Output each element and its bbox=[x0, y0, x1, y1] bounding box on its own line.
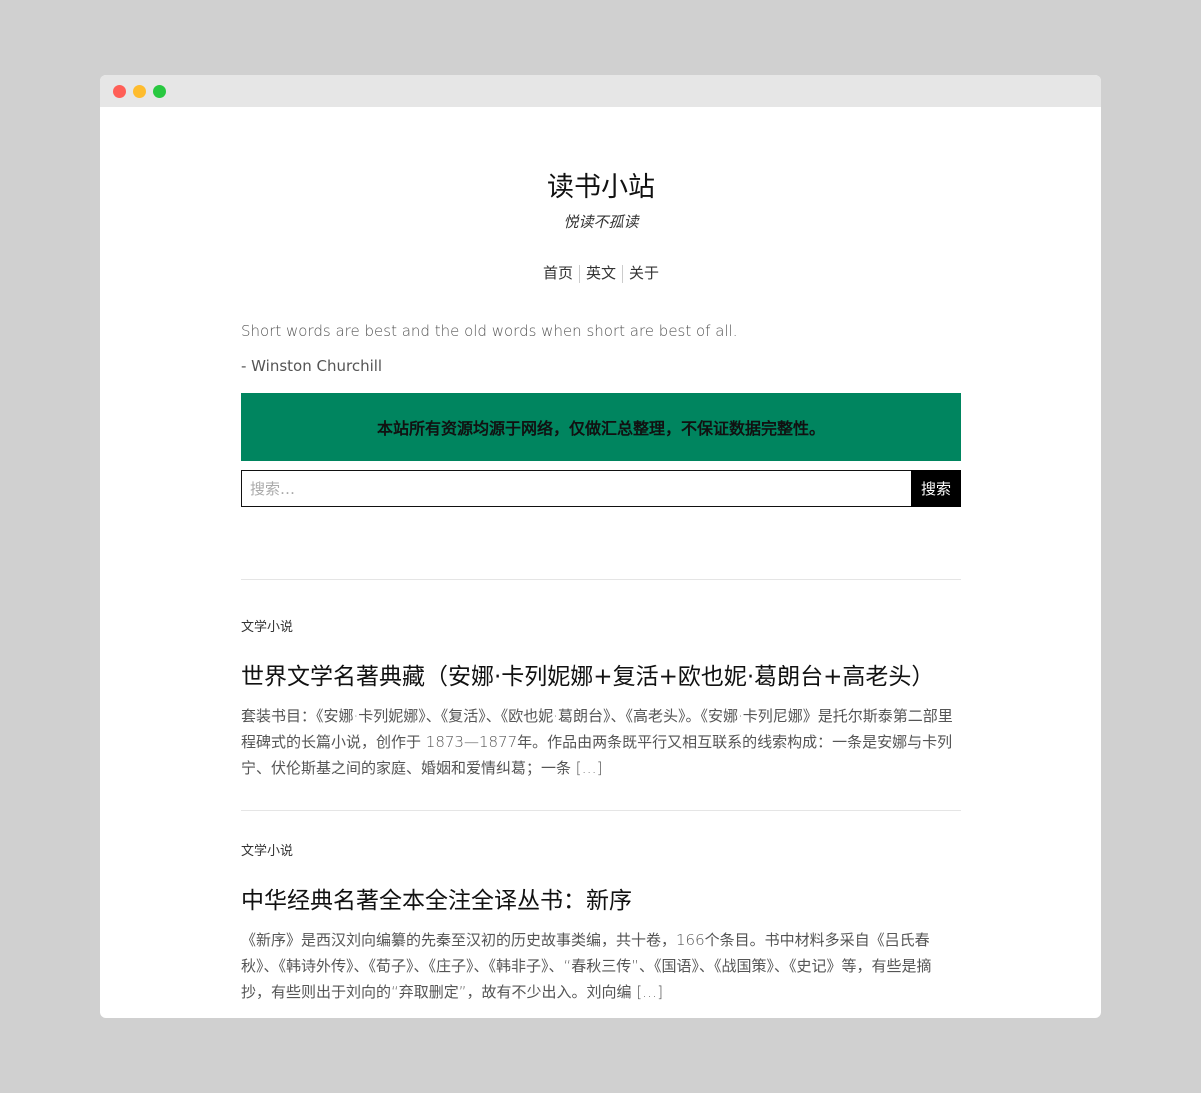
close-window-button[interactable] bbox=[113, 85, 126, 98]
post-item: 文学小说 世界文学名著典藏（安娜·卡列妮娜+复活+欧也妮·葛朗台+高老头） 套装… bbox=[241, 618, 961, 781]
post-title[interactable]: 世界文学名著典藏（安娜·卡列妮娜+复活+欧也妮·葛朗台+高老头） bbox=[241, 660, 961, 694]
post-category[interactable]: 文学小说 bbox=[241, 842, 961, 862]
site-title[interactable]: 读书小站 bbox=[241, 170, 961, 206]
notice-text: 本站所有资源均源于网络，仅做汇总整理，不保证数据完整性。 bbox=[376, 419, 825, 438]
search-input[interactable] bbox=[241, 470, 911, 507]
post-item: 文学小说 中华经典名著全本全注全译丛书：新序 《新序》是西汉刘向编纂的先秦至汉初… bbox=[241, 842, 961, 1005]
post-excerpt: 套装书目：《安娜·卡列妮娜》、《复活》、《欧也妮·葛朗台》、《高老头》。《安娜·… bbox=[241, 707, 953, 777]
quote-author: - Winston Churchill bbox=[241, 357, 383, 375]
notice-banner: 本站所有资源均源于网络，仅做汇总整理，不保证数据完整性。 bbox=[241, 393, 961, 461]
quote-text: Short words are best and the old words w… bbox=[241, 322, 738, 340]
site-tagline: 悦读不孤读 bbox=[563, 213, 639, 231]
post-title[interactable]: 中华经典名著全本全注全译丛书：新序 bbox=[241, 884, 961, 918]
nav-item-english[interactable]: 英文 bbox=[580, 262, 622, 284]
divider bbox=[241, 810, 961, 811]
divider bbox=[241, 579, 961, 580]
nav-item-about[interactable]: 关于 bbox=[623, 262, 665, 284]
nav-item-home[interactable]: 首页 bbox=[537, 262, 579, 284]
window-titlebar bbox=[100, 75, 1101, 107]
post-excerpt: 《新序》是西汉刘向编纂的先秦至汉初的历史故事类编，共十卷，166个条目。书中材料… bbox=[241, 931, 932, 1001]
browser-window: 读书小站 悦读不孤读 首页 英文 关于 Short words are best a… bbox=[100, 75, 1101, 1018]
maximize-window-button[interactable] bbox=[153, 85, 166, 98]
search-form: 搜索 bbox=[241, 470, 961, 507]
post-category[interactable]: 文学小说 bbox=[241, 618, 961, 638]
minimize-window-button[interactable] bbox=[133, 85, 146, 98]
main-nav: 首页 英文 关于 bbox=[241, 262, 961, 284]
search-button[interactable]: 搜索 bbox=[911, 470, 961, 507]
